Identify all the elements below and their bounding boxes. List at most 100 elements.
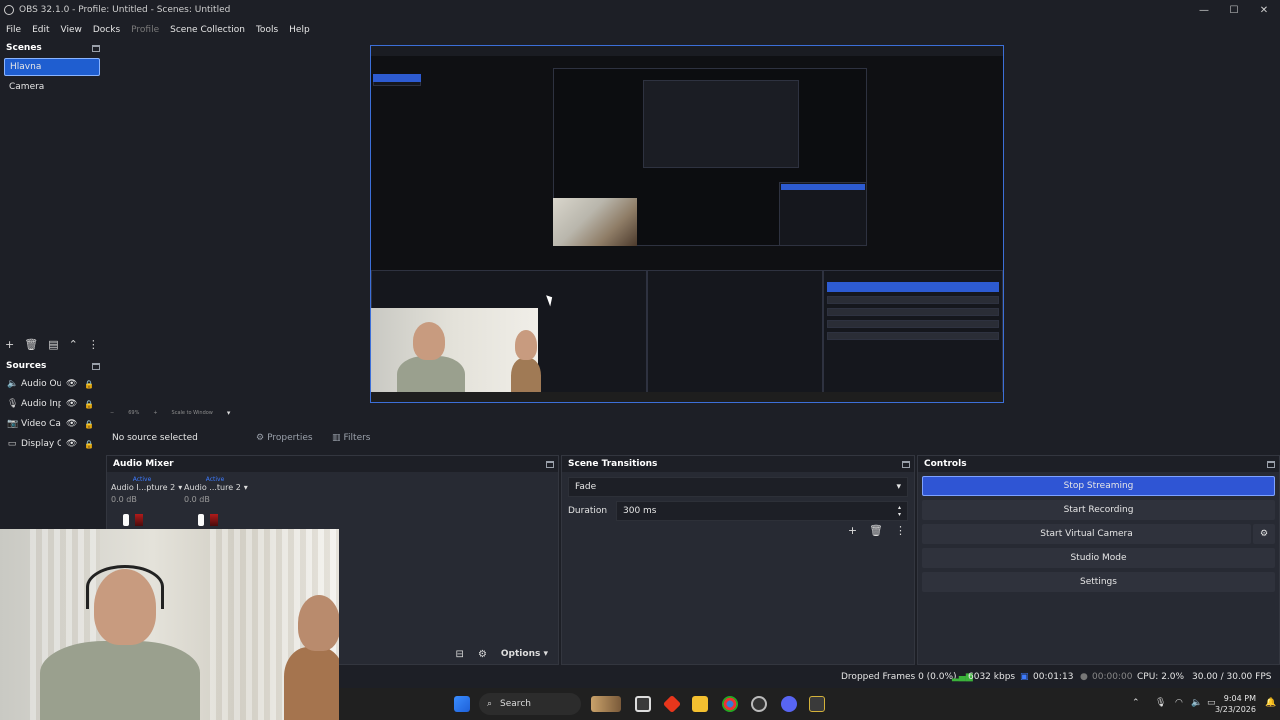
lock-icon[interactable]: 🔒	[84, 400, 94, 409]
monitor-icon: ▭	[7, 439, 17, 449]
visibility-eye-icon[interactable]: 👁	[66, 419, 77, 429]
filters-button[interactable]: ▥ Filters	[332, 433, 371, 443]
track-name[interactable]: Audio I...pture 2 ▾	[111, 483, 183, 492]
nested-start-recording	[827, 296, 999, 304]
menu-scene-collection[interactable]: Scene Collection	[170, 25, 252, 35]
options-button[interactable]: Options ▾	[501, 649, 548, 659]
menu-edit[interactable]: Edit	[32, 25, 56, 35]
float-dock-icon[interactable]	[1267, 460, 1275, 468]
visibility-eye-icon[interactable]: 👁	[66, 399, 77, 409]
settings-button[interactable]: Settings	[922, 572, 1275, 592]
more-options-icon[interactable]: ⋮	[895, 524, 906, 537]
wifi-icon[interactable]: ◠	[1175, 698, 1183, 708]
visibility-eye-icon[interactable]: 👁	[66, 439, 77, 449]
scene-transitions-title: Scene Transitions	[568, 459, 658, 469]
show-hidden-icons[interactable]: ⌃	[1132, 698, 1140, 708]
scene-item-hlavna[interactable]: Hlavna	[4, 58, 100, 76]
discord-icon[interactable]	[781, 696, 797, 712]
virtual-camera-settings-icon[interactable]: ⚙	[1253, 524, 1275, 544]
bitrate: 6032 kbps	[968, 672, 1016, 682]
menu-view[interactable]: View	[61, 25, 89, 35]
properties-button[interactable]: ⚙ Properties	[256, 433, 313, 443]
webcam-overlay	[0, 529, 339, 720]
spin-arrows-icon[interactable]: ▴ ▾	[898, 504, 901, 518]
nested-controls	[779, 182, 867, 246]
taskbar: ⌕ Search ⌃ 🎙 ◠ 🔈 ▭ 9:04 PM 3/23/2026 🔔	[339, 688, 1280, 720]
stream-time: 00:01:13	[1033, 672, 1074, 682]
more-options-icon[interactable]: ⋮	[88, 338, 99, 351]
menu-tools[interactable]: Tools	[256, 25, 285, 35]
remove-transition-icon[interactable]: 🗑	[869, 524, 883, 537]
zoom-out-icon[interactable]: −	[110, 410, 114, 416]
layout-icon[interactable]: ⊟	[456, 649, 464, 660]
microphone-tray-icon[interactable]: 🎙	[1155, 698, 1166, 708]
window-title: OBS 32.1.0 - Profile: Untitled - Scenes:…	[19, 5, 231, 15]
scene-item-camera[interactable]: Camera	[4, 78, 100, 96]
track-status: Active	[205, 476, 225, 483]
lock-icon[interactable]: 🔒	[84, 420, 94, 429]
chevron-down-icon[interactable]: ▾	[227, 409, 231, 417]
scene-filters-icon[interactable]: ▤	[48, 338, 58, 351]
transition-select[interactable]: Fade ▾	[568, 477, 908, 497]
obs-taskbar-icon[interactable]	[751, 696, 767, 712]
source-item-audio-output[interactable]: 🔈 Audio Out 👁 🔒	[0, 374, 104, 394]
widgets-icon[interactable]	[591, 696, 621, 712]
duration-spinbox[interactable]: 300 ms ▴ ▾	[616, 501, 908, 521]
start-virtual-camera-button[interactable]: Start Virtual Camera	[922, 524, 1251, 544]
lock-icon[interactable]: 🔒	[84, 440, 94, 449]
taskbar-search[interactable]: ⌕ Search	[479, 693, 581, 715]
minimize-button[interactable]: —	[1188, 0, 1220, 20]
source-item-video-capture[interactable]: 📷 Video Cap 👁 🔒	[0, 414, 104, 434]
nested-stop-streaming-large	[827, 282, 999, 292]
preview-canvas[interactable]	[370, 45, 1004, 403]
zoom-in-icon[interactable]: +	[153, 410, 157, 416]
menu-file[interactable]: File	[6, 25, 28, 35]
track-name[interactable]: Audio ...ture 2 ▾	[184, 483, 256, 492]
menu-help[interactable]: Help	[289, 25, 317, 35]
studio-mode-button[interactable]: Studio Mode	[922, 548, 1275, 568]
source-item-audio-input[interactable]: 🎙 Audio Inp 👁 🔒	[0, 394, 104, 414]
close-button[interactable]: ✕	[1248, 0, 1280, 20]
maximize-button[interactable]: ☐	[1218, 0, 1250, 20]
app-icon[interactable]	[809, 696, 825, 712]
windows-start-icon[interactable]	[454, 696, 470, 712]
move-up-icon[interactable]: ⌃	[69, 338, 78, 351]
stop-streaming-button[interactable]: Stop Streaming	[922, 476, 1275, 496]
source-item-display-capture[interactable]: ▭ Display Ca 👁 🔒	[0, 434, 104, 454]
float-dock-icon[interactable]	[546, 460, 554, 468]
visibility-eye-icon[interactable]: 👁	[66, 379, 77, 389]
gear-icon: ⚙	[256, 433, 265, 443]
lock-icon[interactable]: 🔒	[84, 380, 94, 389]
volume-icon[interactable]: 🔈	[1191, 698, 1202, 708]
volume-fader[interactable]	[123, 514, 129, 526]
volume-fader[interactable]	[198, 514, 204, 526]
task-view-icon[interactable]	[635, 696, 651, 712]
chevron-down-icon[interactable]: ▾	[244, 483, 248, 492]
float-dock-icon[interactable]	[92, 362, 100, 370]
float-dock-icon[interactable]	[92, 44, 100, 52]
scale-mode[interactable]: Scale to Window	[172, 410, 213, 416]
add-transition-icon[interactable]: +	[848, 524, 857, 537]
scene-transitions-header: Scene Transitions	[562, 456, 914, 472]
mixer-settings-icon[interactable]: ⚙	[478, 649, 487, 660]
clock-date: 3/23/2026	[1214, 705, 1256, 714]
chevron-down-icon[interactable]: ▾	[178, 483, 182, 492]
chrome-icon[interactable]	[722, 696, 738, 712]
scenes-title: Scenes	[6, 43, 42, 53]
app-red-icon[interactable]	[662, 694, 682, 714]
microphone-icon: 🎙	[7, 399, 19, 409]
notification-bell-icon[interactable]: 🔔	[1265, 698, 1276, 708]
audio-mixer-header: Audio Mixer	[107, 456, 558, 472]
menu-bar: File Edit View Docks Profile Scene Colle…	[0, 20, 321, 39]
add-scene-icon[interactable]: +	[5, 338, 14, 351]
nested-studio-mode	[827, 320, 999, 328]
menu-docks[interactable]: Docks	[93, 25, 127, 35]
taskbar-clock[interactable]: 9:04 PM 3/23/2026	[1215, 693, 1256, 715]
nested-settings	[827, 332, 999, 340]
menu-profile[interactable]: Profile	[131, 25, 166, 35]
file-explorer-icon[interactable]	[692, 696, 708, 712]
remove-scene-icon[interactable]: 🗑	[24, 338, 38, 351]
start-recording-button[interactable]: Start Recording	[922, 500, 1275, 520]
float-dock-icon[interactable]	[902, 460, 910, 468]
volume-meter	[210, 514, 218, 526]
